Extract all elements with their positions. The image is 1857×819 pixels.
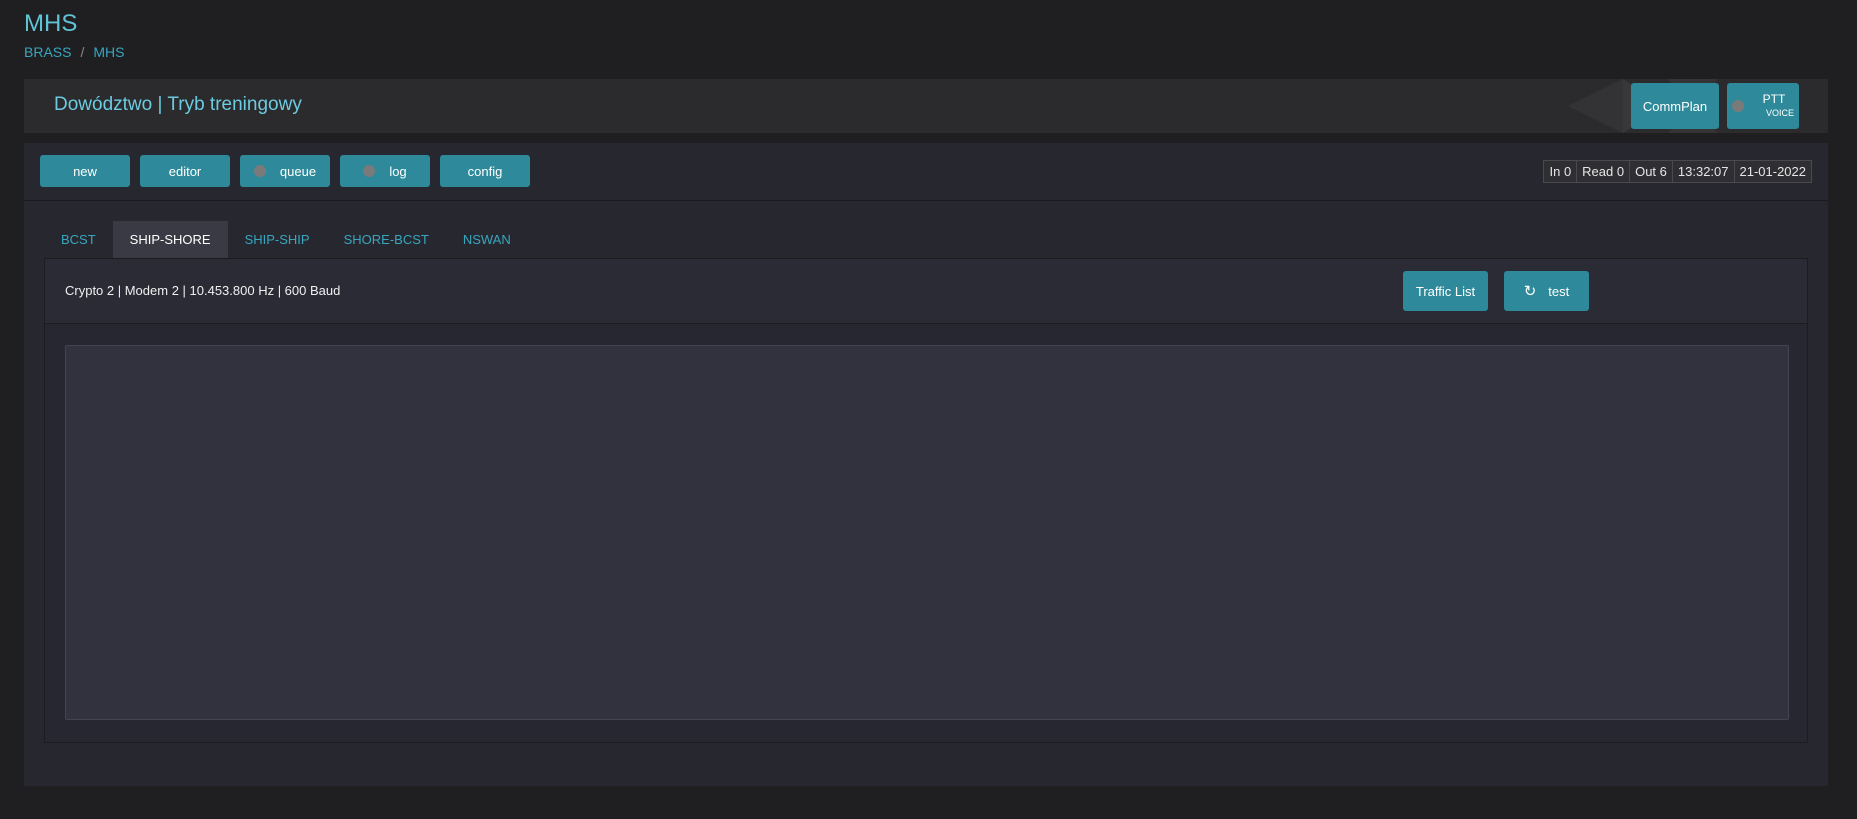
- tab-ship-ship[interactable]: SHIP-SHIP: [228, 221, 327, 258]
- status-strip: In 0 Read 0 Out 6 13:32:07 21-01-2022: [1543, 160, 1812, 183]
- breadcrumb-item-brass[interactable]: BRASS: [24, 44, 71, 60]
- config-button-label: config: [467, 163, 503, 179]
- traffic-list-button-label: Traffic List: [1415, 283, 1476, 299]
- status-in-count: In 0: [1543, 160, 1578, 183]
- tab-panel-ship-shore: Crypto 2 | Modem 2 | 10.453.800 Hz | 600…: [44, 259, 1808, 743]
- log-button-label: log: [389, 163, 407, 179]
- breadcrumb: BRASS / MHS: [24, 44, 124, 60]
- new-button-label: new: [73, 163, 97, 179]
- tab-bcst[interactable]: BCST: [44, 221, 113, 258]
- status-out-count: Out 6: [1630, 160, 1673, 183]
- queue-button[interactable]: queue: [240, 155, 330, 187]
- ptt-voice-button[interactable]: PTT VOICE: [1727, 83, 1799, 129]
- tab-ship-shore[interactable]: SHIP-SHORE: [112, 221, 228, 258]
- commplan-button[interactable]: CommPlan: [1631, 83, 1719, 129]
- page-title: Dowództwo | Tryb treningowy: [54, 94, 302, 115]
- toolbar: new editor queue log config In 0 Read 0 …: [24, 143, 1828, 201]
- main-panel: new editor queue log config In 0 Read 0 …: [24, 143, 1828, 786]
- tabs-area: BCST SHIP-SHORE SHIP-SHIP SHORE-BCST NSW…: [44, 221, 1808, 786]
- editor-button[interactable]: editor: [140, 155, 230, 187]
- traffic-list-button[interactable]: Traffic List: [1403, 271, 1488, 311]
- tab-shore-bcst[interactable]: SHORE-BCST: [327, 221, 446, 258]
- app-title: MHS: [24, 10, 78, 37]
- queue-status-dot-icon: [253, 165, 266, 177]
- test-button-label: test: [1548, 283, 1570, 299]
- tab-nswan[interactable]: NSWAN: [446, 221, 528, 258]
- ptt-label: PTT: [1762, 92, 1786, 106]
- commplan-button-label: CommPlan: [1642, 98, 1708, 114]
- status-time: 13:32:07: [1672, 160, 1735, 183]
- config-button[interactable]: config: [440, 155, 530, 187]
- ptt-status-dot-icon: [1731, 100, 1744, 112]
- log-button[interactable]: log: [340, 155, 430, 187]
- header-bar: Dowództwo | Tryb treningowy CommPlan PTT…: [24, 79, 1828, 133]
- breadcrumb-item-mhs[interactable]: MHS: [93, 44, 124, 60]
- new-button[interactable]: new: [40, 155, 130, 187]
- panel-header: Crypto 2 | Modem 2 | 10.453.800 Hz | 600…: [45, 259, 1807, 324]
- breadcrumb-separator: /: [80, 44, 85, 60]
- status-date: 21-01-2022: [1734, 160, 1812, 183]
- editor-button-label: editor: [168, 163, 202, 179]
- radio-info: Crypto 2 | Modem 2 | 10.453.800 Hz | 600…: [65, 283, 341, 298]
- test-button[interactable]: ↻ test: [1504, 271, 1589, 311]
- ptt-sub-label: VOICE: [1765, 108, 1794, 118]
- message-textarea[interactable]: [65, 345, 1789, 720]
- refresh-icon: ↻: [1523, 283, 1537, 300]
- tab-bar: BCST SHIP-SHORE SHIP-SHIP SHORE-BCST NSW…: [44, 221, 1808, 259]
- log-status-dot-icon: [363, 165, 376, 177]
- queue-button-label: queue: [279, 163, 317, 179]
- status-read-count: Read 0: [1577, 160, 1631, 183]
